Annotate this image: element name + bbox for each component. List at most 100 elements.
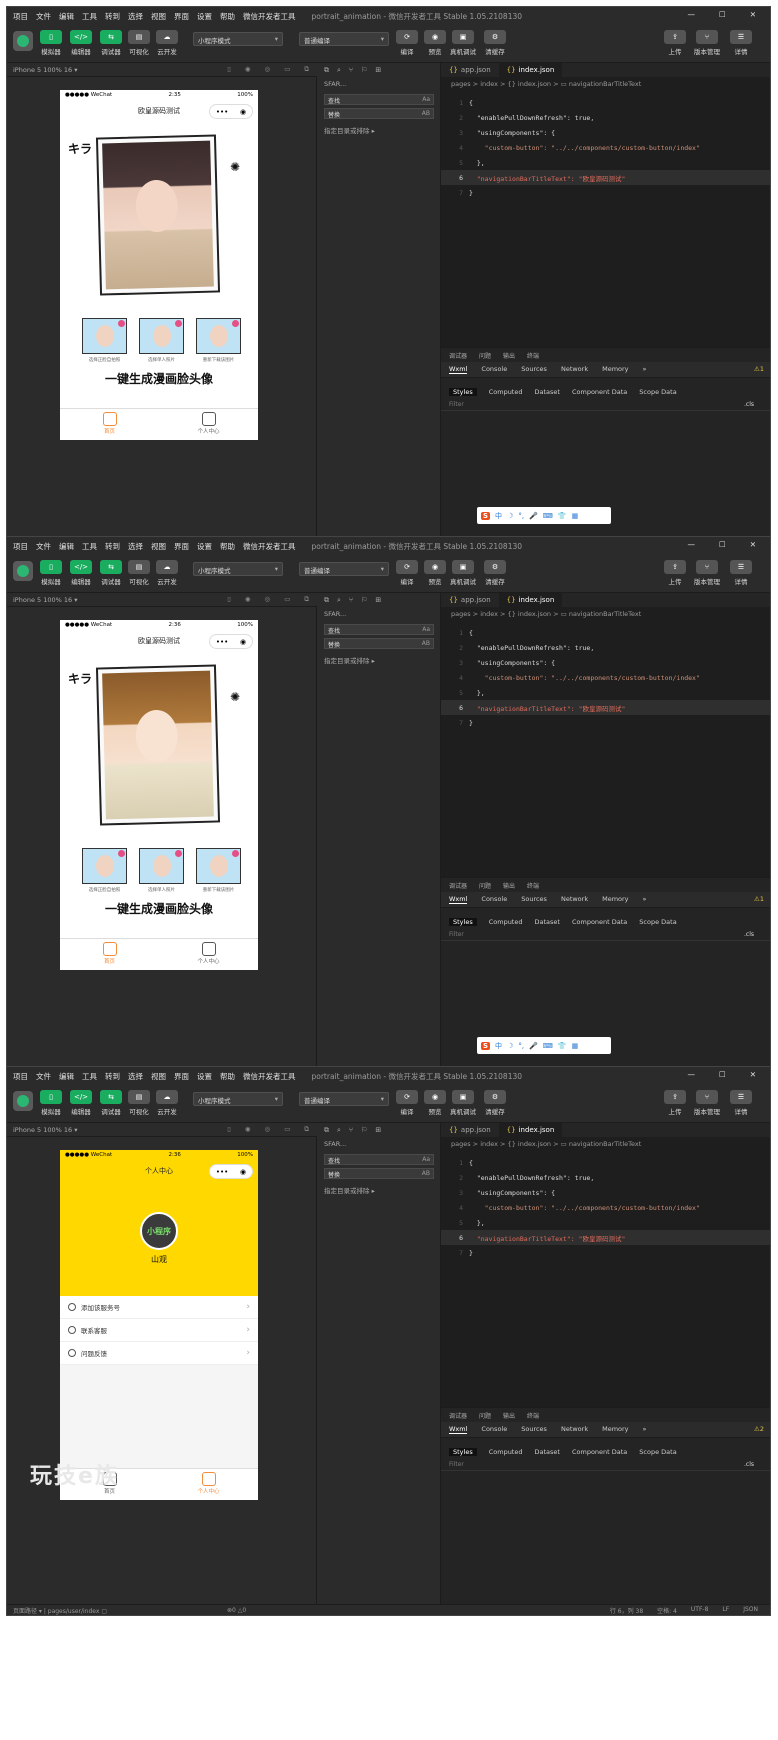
devtools-tab[interactable]: » [643, 365, 647, 374]
devtools-top-tab[interactable]: 输出 [503, 351, 515, 360]
devtools-tab[interactable]: Console [481, 365, 507, 374]
devtools-top-tab[interactable]: 调试器 [449, 881, 467, 890]
style-tab[interactable]: Scope Data [639, 918, 676, 926]
menu-item-9[interactable]: 帮助 [220, 1071, 235, 1082]
code-line[interactable]: 2 "enablePullDownRefresh": true, [441, 110, 770, 125]
code-line[interactable]: 3 "usingComponents": { [441, 1185, 770, 1200]
sim-tool-icon[interactable]: ▯ [227, 65, 231, 74]
action-clear-cache-button[interactable]: ⚙ 清缓存 [481, 560, 509, 586]
code-line[interactable]: 5 }, [441, 155, 770, 170]
style-tab[interactable]: Styles [449, 388, 477, 396]
tab-profile[interactable]: 个人中心 [159, 939, 258, 970]
avatar-icon[interactable] [13, 31, 33, 51]
style-tab[interactable]: Scope Data [639, 388, 676, 396]
file-tab-index-json[interactable]: {} index.json [498, 593, 563, 607]
menu-item-0[interactable]: 项目 [13, 11, 28, 22]
device-select[interactable]: iPhone 5 100% 16 ▾ [13, 596, 77, 604]
menu-item-4[interactable]: 转到 [105, 1071, 120, 1082]
more-icon[interactable]: ••• [216, 1168, 228, 1176]
panel-tool-icon[interactable]: ⧉ [324, 1126, 329, 1134]
action-preview-button[interactable]: ◉ 预览 [421, 30, 449, 56]
devtools-tab[interactable]: Memory [602, 895, 628, 904]
thumbnail[interactable] [196, 848, 241, 884]
menu-item-8[interactable]: 设置 [197, 541, 212, 552]
menu-item-7[interactable]: 界面 [174, 11, 189, 22]
file-tab-app-json[interactable]: {} app.json [441, 1123, 499, 1137]
sim-tool-icon[interactable]: ▭ [284, 595, 290, 604]
toolbar-upload-button[interactable]: ⇪ 上传 [661, 1090, 689, 1116]
ime-icon[interactable]: S [481, 511, 491, 520]
action-remote-debug-button[interactable]: ▣ 真机调试 [449, 30, 477, 56]
menu-item-10[interactable]: 微信开发者工具 [243, 11, 296, 22]
devtools-top-tab[interactable]: 输出 [503, 1411, 515, 1420]
menu-item-0[interactable]: 项目 [13, 1071, 28, 1082]
include-exclude-link[interactable]: 指定目录或排除 ▸ [318, 1182, 440, 1198]
status-item[interactable]: 空格: 4 [657, 1606, 677, 1615]
menu-item-9[interactable]: 帮助 [220, 11, 235, 22]
include-exclude-link[interactable]: 指定目录或排除 ▸ [318, 652, 440, 668]
warning-badge[interactable]: ⚠1 [754, 365, 764, 374]
toolbar-visual-button[interactable]: ▤ 可视化 [125, 1090, 153, 1116]
devtools-tab[interactable]: Sources [521, 365, 547, 374]
filter-input[interactable]: Filter .cls [441, 399, 770, 411]
devtools-top-tab[interactable]: 调试器 [449, 351, 467, 360]
toolbar-debugger-button[interactable]: ⇆ 调试器 [97, 560, 125, 586]
action-remote-debug-button[interactable]: ▣ 真机调试 [449, 1090, 477, 1116]
cls-toggle[interactable]: .cls [744, 931, 754, 938]
sim-tool-icon[interactable]: ◎ [265, 65, 271, 74]
mode-select[interactable]: 小程序模式 [193, 32, 283, 46]
code-line[interactable]: 5 }, [441, 1215, 770, 1230]
style-tab[interactable]: Computed [489, 1448, 523, 1456]
case-toggle[interactable]: Aa [422, 1156, 430, 1163]
ime-icon[interactable]: 👕 [558, 1042, 567, 1050]
menu-item-4[interactable]: 转到 [105, 11, 120, 22]
capsule-button[interactable]: ••• ◉ [209, 634, 253, 649]
toolbar-upload-button[interactable]: ⇪ 上传 [661, 560, 689, 586]
tab-profile[interactable]: 个人中心 [159, 1469, 258, 1500]
panel-tool-icon[interactable]: ⌕ [337, 1126, 341, 1134]
action-compile-button[interactable]: ⟳ 编译 [393, 30, 421, 56]
filter-input[interactable]: Filter .cls [441, 929, 770, 941]
replace-toggle[interactable]: AB [422, 110, 430, 117]
sim-tool-icon[interactable]: ⧉ [304, 595, 309, 604]
code-line[interactable]: 6 "navigationBarTitleText": "欧皇源码测试" [441, 700, 770, 715]
ime-icon[interactable]: ▦ [572, 512, 579, 520]
menu-item-2[interactable]: 编辑 [59, 1071, 74, 1082]
action-compile-button[interactable]: ⟳ 编译 [393, 1090, 421, 1116]
search-input[interactable]: 查找 Aa [324, 94, 434, 105]
devtools-tab[interactable]: Wxml [449, 365, 468, 374]
panel-tool-icon[interactable]: ⑂ [349, 1126, 353, 1134]
sim-tool-icon[interactable]: ⧉ [304, 1125, 309, 1134]
code-line[interactable]: 4 "custom-button": "../../components/cus… [441, 1200, 770, 1215]
device-select[interactable]: iPhone 5 100% 16 ▾ [13, 1126, 77, 1134]
code-line[interactable]: 3 "usingComponents": { [441, 655, 770, 670]
menu-item-5[interactable]: 选择 [128, 541, 143, 552]
toolbar-visual-button[interactable]: ▤ 可视化 [125, 560, 153, 586]
style-tab[interactable]: Computed [489, 918, 523, 926]
menu-item-1[interactable]: 文件 [36, 1071, 51, 1082]
action-preview-button[interactable]: ◉ 预览 [421, 1090, 449, 1116]
toolbar-editor-button[interactable]: </> 编辑器 [67, 1090, 95, 1116]
replace-toggle[interactable]: AB [422, 640, 430, 647]
ime-icon[interactable]: 中 [495, 511, 502, 521]
toolbar-version-button[interactable]: ⑂ 版本管理 [693, 560, 721, 586]
case-toggle[interactable]: Aa [422, 626, 430, 633]
thumbnail[interactable] [139, 318, 184, 354]
panel-tool-icon[interactable]: ⊞ [375, 1126, 381, 1134]
code-line[interactable]: 1{ [441, 625, 770, 640]
tab-profile[interactable]: 个人中心 [159, 409, 258, 440]
search-input[interactable]: 查找 Aa [324, 624, 434, 635]
list-item[interactable]: 添加该服务号 [60, 1296, 258, 1319]
devtools-tab[interactable]: Network [561, 1425, 588, 1434]
menu-item-10[interactable]: 微信开发者工具 [243, 541, 296, 552]
devtools-tab[interactable]: » [643, 895, 647, 904]
menu-item-6[interactable]: 视图 [151, 11, 166, 22]
code-line[interactable]: 3 "usingComponents": { [441, 125, 770, 140]
devtools-tab[interactable]: Console [481, 1425, 507, 1434]
close-target-icon[interactable]: ◉ [240, 1168, 246, 1176]
devtools-top-tab[interactable]: 终端 [527, 881, 539, 890]
close-target-icon[interactable]: ◉ [240, 638, 246, 646]
case-toggle[interactable]: Aa [422, 96, 430, 103]
panel-tool-icon[interactable]: ⌕ [337, 596, 341, 604]
code-line[interactable]: 1{ [441, 95, 770, 110]
